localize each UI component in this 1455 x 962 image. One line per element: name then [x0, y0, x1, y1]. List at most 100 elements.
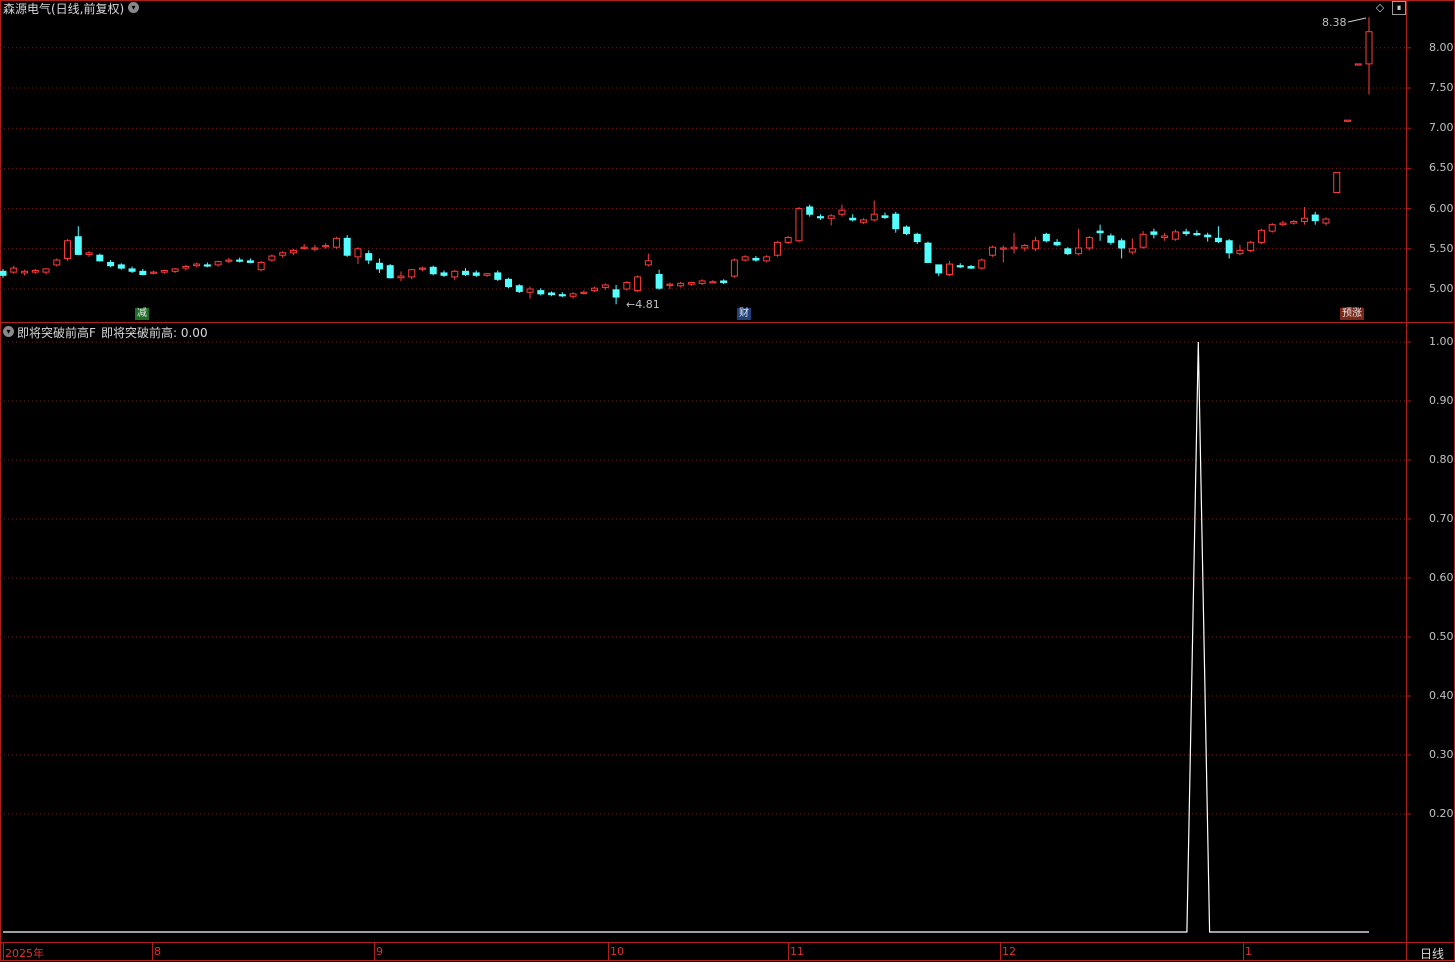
candle-body [236, 259, 244, 262]
candle-body [171, 268, 179, 272]
candle-body [1247, 241, 1255, 251]
candle-body [203, 264, 211, 267]
candle-body [720, 280, 728, 284]
candle-body [752, 257, 760, 261]
candle-body [128, 268, 136, 272]
stock-title: 森源电气(日线,前复权) [3, 2, 125, 16]
candle-body [838, 209, 846, 215]
candle-body [160, 270, 168, 273]
candle-body [515, 285, 523, 292]
candle-body [1354, 63, 1362, 66]
candle-body [1257, 229, 1265, 243]
candle-body [1225, 240, 1233, 254]
candle-body [53, 259, 61, 266]
close-icon[interactable]: ∎ [1392, 1, 1406, 15]
candle-body [150, 271, 158, 274]
candle-body [795, 208, 803, 242]
price-axis-label: 7.00 [1429, 121, 1454, 135]
price-axis-label: 6.00 [1429, 201, 1454, 215]
date-label: 2025年 [5, 947, 44, 960]
marker-expected-rise[interactable]: 预涨 [1340, 308, 1364, 320]
candle-body [558, 294, 566, 297]
candle-body [1365, 31, 1373, 65]
candle-body [397, 275, 405, 279]
candle-body [1075, 247, 1083, 255]
candle-body [462, 270, 470, 276]
candle-body [569, 293, 577, 297]
candle-body [365, 253, 373, 261]
candle-body [1042, 233, 1050, 242]
diamond-icon[interactable]: ◇ [1373, 1, 1387, 14]
price-axis-label: 8.00 [1429, 40, 1454, 54]
candle-body [859, 219, 867, 223]
candle-body [343, 237, 351, 256]
chevron-down-icon[interactable]: ▾ [128, 2, 139, 13]
candle-body [1193, 233, 1201, 236]
candle-body [1150, 231, 1158, 235]
candle-body [892, 213, 900, 230]
candle-body [591, 287, 599, 292]
candle-body [687, 282, 695, 285]
candle-body [64, 240, 72, 259]
candle-body [601, 284, 609, 288]
candle-body [1064, 248, 1072, 255]
candle-body [472, 272, 480, 276]
date-label: 10 [610, 945, 624, 958]
candle-body [784, 237, 792, 243]
high-arrow-line [1347, 17, 1367, 23]
period-button[interactable]: 日线 [1420, 945, 1444, 962]
candle-body [849, 217, 857, 221]
indicator-axis-label: 0.90 [1429, 394, 1454, 407]
candle-body [741, 256, 749, 261]
candle-body [1032, 240, 1040, 250]
candle-body [537, 290, 545, 295]
candle-body [967, 265, 975, 269]
candle-body [96, 254, 104, 262]
candle-body [42, 268, 50, 273]
candle-body [268, 255, 276, 261]
candle-body [978, 259, 986, 269]
marker-reduce[interactable]: 减 [135, 308, 149, 320]
candle-body [107, 261, 115, 267]
indicator-name: 即将突破前高F [17, 326, 96, 340]
candle-body [10, 267, 18, 273]
candle-body [548, 292, 556, 296]
date-label: 1 [1245, 945, 1252, 958]
candle-body [257, 261, 265, 271]
candle-body [1139, 233, 1147, 248]
candle-body [483, 273, 491, 276]
candle-body [1107, 235, 1115, 243]
candle-body [1053, 241, 1061, 246]
candle-body [117, 264, 125, 269]
candle-body [1161, 235, 1169, 239]
candle-body [806, 206, 814, 215]
candle-body [634, 276, 642, 292]
candle-body [139, 270, 147, 276]
candle-body [989, 246, 997, 256]
candle-body [580, 291, 588, 294]
price-axis-label: 5.00 [1429, 282, 1454, 295]
candle-body [1300, 217, 1308, 222]
price-axis-label: 5.50 [1429, 241, 1454, 255]
candle-body [451, 270, 459, 278]
candle-body [1333, 171, 1341, 194]
price-axis-label: 7.50 [1429, 81, 1454, 94]
candle-body [1010, 246, 1018, 250]
candle-body [773, 241, 781, 256]
candle-body [418, 267, 426, 270]
candle-body [913, 233, 921, 243]
candle-body [870, 213, 878, 221]
chart-canvas[interactable] [0, 0, 1455, 961]
marker-finance[interactable]: 财 [737, 308, 751, 320]
candle-body [440, 272, 448, 276]
indicator-axis-label: 0.50 [1429, 630, 1454, 643]
candle-body [946, 263, 954, 276]
candle-body [279, 252, 287, 256]
candle-body [935, 264, 943, 274]
chevron-down-icon[interactable]: ▾ [3, 326, 14, 337]
indicator-axis-label: 0.60 [1429, 571, 1454, 584]
indicator-axis-label: 0.40 [1429, 689, 1454, 702]
low-price-annotation: ←4.81 [626, 298, 660, 311]
candle-body [1096, 230, 1104, 234]
candle-body [354, 248, 362, 258]
